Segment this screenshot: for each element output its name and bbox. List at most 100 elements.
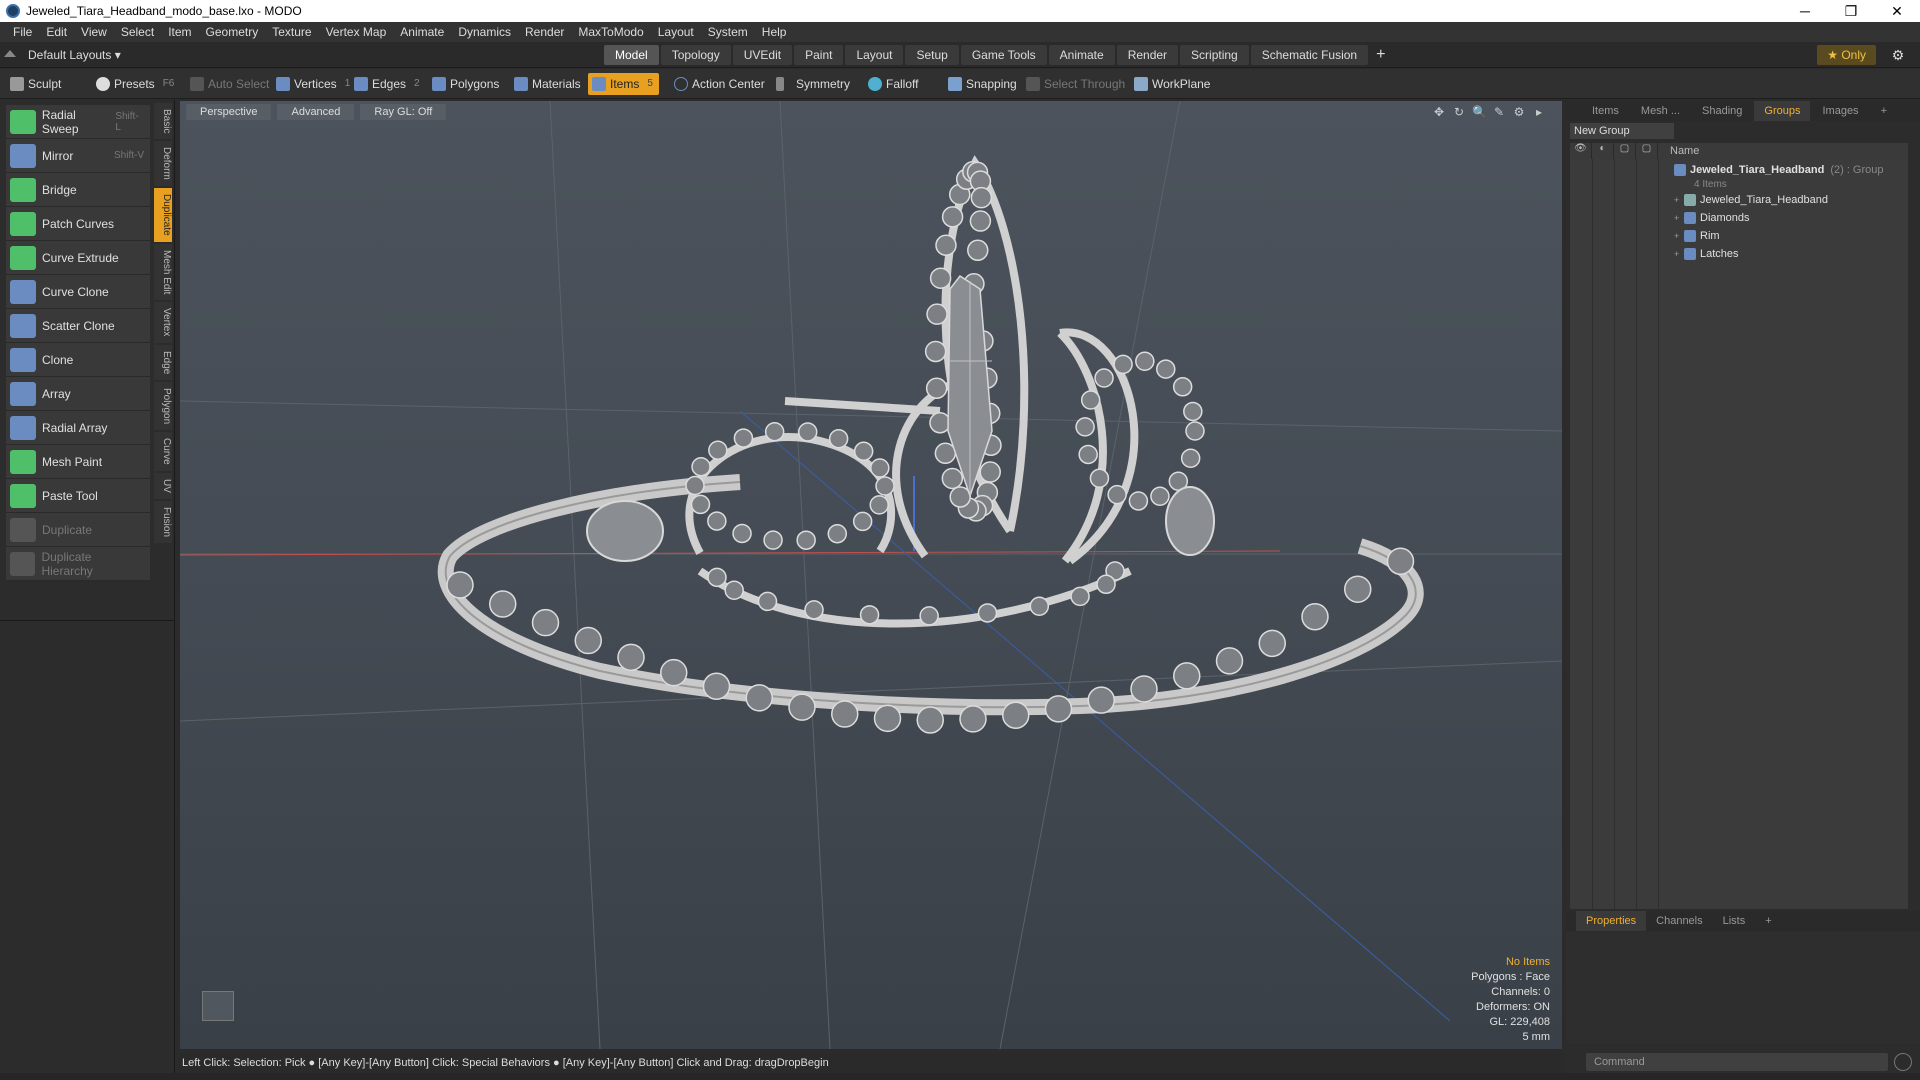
tiara-model-render[interactable] bbox=[180, 101, 1562, 1049]
workplane-button[interactable]: WorkPlane bbox=[1130, 73, 1216, 95]
materials-button[interactable]: Materials bbox=[510, 73, 587, 95]
action-center-button[interactable]: Action Center bbox=[670, 73, 771, 95]
props-tab-properties[interactable]: Properties bbox=[1576, 911, 1647, 931]
side-tab-edge[interactable]: Edge bbox=[154, 344, 172, 381]
panel-tab-shading[interactable]: Shading bbox=[1692, 101, 1752, 121]
menu-texture[interactable]: Texture bbox=[265, 25, 318, 39]
side-tab-duplicate[interactable]: Duplicate bbox=[154, 188, 172, 242]
side-tab-vertex[interactable]: Vertex bbox=[154, 302, 172, 343]
tab-scripting[interactable]: Scripting bbox=[1180, 45, 1249, 65]
tab-topology[interactable]: Topology bbox=[660, 45, 731, 65]
expand-icon[interactable]: + bbox=[1674, 213, 1684, 223]
rotate-icon[interactable]: ↻ bbox=[1452, 105, 1466, 119]
tool-mirror[interactable]: Mirror Shift-V bbox=[6, 139, 150, 173]
side-tab-mesh-edit[interactable]: Mesh Edit bbox=[154, 243, 172, 301]
side-tab-polygon[interactable]: Polygon bbox=[154, 382, 172, 431]
side-tab-deform[interactable]: Deform bbox=[154, 141, 172, 187]
panel-tab-images[interactable]: Images bbox=[1812, 101, 1868, 121]
props-tab-+[interactable]: + bbox=[1755, 911, 1781, 931]
gear-icon[interactable]: ⚙ bbox=[1888, 45, 1908, 65]
tab-setup[interactable]: Setup bbox=[905, 45, 959, 65]
props-tab-channels[interactable]: Channels bbox=[1646, 911, 1712, 931]
tab-model[interactable]: Model bbox=[604, 45, 659, 65]
sculpt-button[interactable]: Sculpt bbox=[6, 73, 67, 95]
expand-icon[interactable]: + bbox=[1674, 195, 1684, 205]
side-tab-curve[interactable]: Curve bbox=[154, 432, 172, 471]
menu-geometry[interactable]: Geometry bbox=[199, 25, 266, 39]
menu-file[interactable]: File bbox=[6, 25, 39, 39]
auto-select-button[interactable]: Auto Select bbox=[186, 73, 275, 95]
tool-patch-curves[interactable]: Patch Curves bbox=[6, 207, 150, 241]
symmetry-button[interactable]: Symmetry bbox=[772, 73, 856, 95]
items-button[interactable]: Items 5 bbox=[588, 73, 659, 95]
group-child-row[interactable]: + Jeweled_Tiara_Headband bbox=[1674, 191, 1908, 209]
tool-bridge[interactable]: Bridge bbox=[6, 173, 150, 207]
menu-edit[interactable]: Edit bbox=[39, 25, 74, 39]
group-child-row[interactable]: + Rim bbox=[1674, 227, 1908, 245]
menu-animate[interactable]: Animate bbox=[393, 25, 451, 39]
minimize-button[interactable]: ─ bbox=[1782, 0, 1828, 22]
tool-scatter-clone[interactable]: Scatter Clone bbox=[6, 309, 150, 343]
side-tab-uv[interactable]: UV bbox=[154, 472, 172, 499]
collapse-arrow-icon[interactable] bbox=[4, 50, 16, 57]
settings-icon[interactable]: ⚙ bbox=[1512, 105, 1526, 119]
add-tab-button[interactable]: + bbox=[1370, 45, 1391, 65]
tool-duplicate-hierarchy[interactable]: Duplicate Hierarchy bbox=[6, 547, 150, 581]
menu-maxtomodo[interactable]: MaxToModo bbox=[571, 25, 650, 39]
tool-radial-array[interactable]: Radial Array bbox=[6, 411, 150, 445]
tool-array[interactable]: Array bbox=[6, 377, 150, 411]
tool-mesh-paint[interactable]: Mesh Paint bbox=[6, 445, 150, 479]
layout-selector[interactable]: Default Layouts ▾ bbox=[4, 46, 121, 64]
expand-arrow-icon[interactable]: ▸ bbox=[1532, 105, 1546, 119]
expand-icon[interactable]: + bbox=[1674, 249, 1684, 259]
polygons-button[interactable]: Polygons bbox=[428, 73, 505, 95]
tool-curve-extrude[interactable]: Curve Extrude bbox=[6, 241, 150, 275]
tab-uvedit[interactable]: UVEdit bbox=[732, 45, 793, 65]
tab-layout[interactable]: Layout bbox=[845, 45, 904, 65]
side-tab-basic[interactable]: Basic bbox=[154, 103, 172, 140]
tool-curve-clone[interactable]: Curve Clone bbox=[6, 275, 150, 309]
edit-icon[interactable]: ✎ bbox=[1492, 105, 1506, 119]
vertices-button[interactable]: Vertices 1 bbox=[272, 73, 356, 95]
lock-column-icon[interactable]: ▢ bbox=[1614, 143, 1636, 159]
panel-tab-+[interactable]: + bbox=[1871, 101, 1897, 121]
side-tab-fusion[interactable]: Fusion bbox=[154, 500, 172, 543]
restore-button[interactable]: ❐ bbox=[1828, 0, 1874, 22]
tab-game-tools[interactable]: Game Tools bbox=[960, 45, 1047, 65]
close-button[interactable]: ✕ bbox=[1874, 0, 1920, 22]
tab-render[interactable]: Render bbox=[1116, 45, 1179, 65]
menu-help[interactable]: Help bbox=[755, 25, 794, 39]
render-column-icon[interactable]: ◐ bbox=[1592, 143, 1614, 159]
panel-tab-groups[interactable]: Groups bbox=[1754, 101, 1811, 121]
panel-tab-mesh[interactable]: Mesh ... bbox=[1631, 101, 1690, 121]
edges-button[interactable]: Edges 2 bbox=[350, 73, 426, 95]
select-through-button[interactable]: Select Through bbox=[1022, 73, 1131, 95]
tool-duplicate[interactable]: Duplicate bbox=[6, 513, 150, 547]
tab-paint[interactable]: Paint bbox=[794, 45, 844, 65]
presets-button[interactable]: Presets F6 bbox=[92, 73, 180, 95]
tool-clone[interactable]: Clone bbox=[6, 343, 150, 377]
menu-dynamics[interactable]: Dynamics bbox=[451, 25, 518, 39]
menu-vertex-map[interactable]: Vertex Map bbox=[319, 25, 394, 39]
expand-icon[interactable]: + bbox=[1674, 231, 1684, 241]
visibility-column-icon[interactable]: 👁 bbox=[1570, 143, 1592, 159]
command-input[interactable]: Command bbox=[1586, 1053, 1888, 1071]
panel-tab-items[interactable]: Items bbox=[1582, 101, 1629, 121]
group-child-row[interactable]: + Latches bbox=[1674, 245, 1908, 263]
perspective-view-button[interactable]: Perspective bbox=[186, 104, 272, 120]
menu-system[interactable]: System bbox=[701, 25, 755, 39]
group-child-row[interactable]: + Diamonds bbox=[1674, 209, 1908, 227]
menu-layout[interactable]: Layout bbox=[651, 25, 701, 39]
advanced-shading-button[interactable]: Advanced bbox=[277, 104, 355, 120]
menu-render[interactable]: Render bbox=[518, 25, 571, 39]
tool-paste-tool[interactable]: Paste Tool bbox=[6, 479, 150, 513]
props-tab-lists[interactable]: Lists bbox=[1713, 911, 1756, 931]
select-column-icon[interactable]: ▢ bbox=[1636, 143, 1658, 159]
zoom-icon[interactable]: 🔍 bbox=[1472, 105, 1487, 119]
pan-icon[interactable]: ✥ bbox=[1432, 105, 1446, 119]
ray-gl-button[interactable]: Ray GL: Off bbox=[360, 104, 447, 120]
falloff-button[interactable]: Falloff bbox=[864, 73, 924, 95]
tab-schematic-fusion[interactable]: Schematic Fusion bbox=[1250, 45, 1369, 65]
3d-viewport[interactable]: Perspective Advanced Ray GL: Off ✥ ↻ 🔍 ✎… bbox=[180, 101, 1562, 1049]
menu-view[interactable]: View bbox=[74, 25, 114, 39]
